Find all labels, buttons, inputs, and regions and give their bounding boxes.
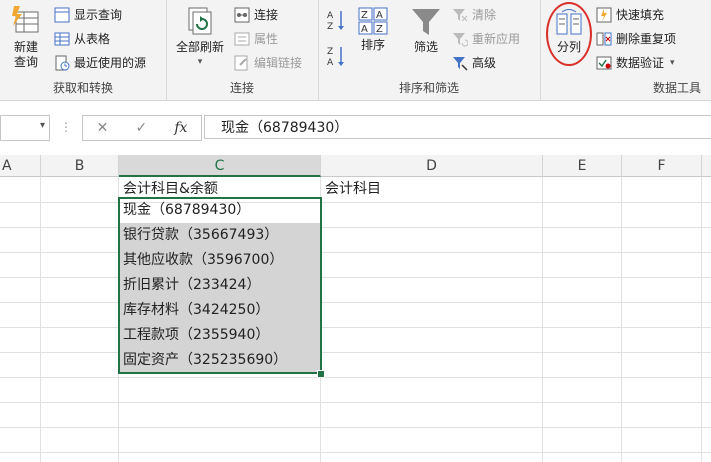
sort-asc-icon: A Z [327, 11, 344, 32]
remove-duplicates-icon [596, 31, 612, 47]
advanced-filter-button[interactable]: 高级 [452, 54, 496, 71]
gridline [0, 202, 711, 203]
gridline [701, 177, 702, 462]
connections-icon [234, 7, 250, 23]
properties-button[interactable]: 属性 [234, 30, 278, 47]
filter-button[interactable]: 筛选 [406, 6, 446, 55]
clear-filter-icon [452, 7, 468, 23]
svg-text:A: A [361, 24, 368, 35]
group-sort-filter: A Z Z A Z A A Z 排序 筛选 清除 重新应用 高级 排序和筛选 [318, 0, 541, 100]
svg-text:Z: Z [361, 10, 368, 21]
svg-text:A: A [376, 10, 383, 21]
name-box[interactable]: ▾ [0, 115, 50, 141]
recent-sources-icon [54, 55, 70, 71]
svg-text:Z: Z [327, 47, 333, 57]
data-validation-button[interactable]: 数据验证 ▾ [596, 54, 675, 71]
cell-d1[interactable]: 会计科目 [321, 177, 543, 202]
filter-label: 筛选 [413, 40, 438, 54]
refresh-all-dropdown-icon[interactable]: ▾ [170, 55, 230, 70]
sort-desc-icon: Z A [327, 47, 344, 68]
gridline [0, 427, 711, 428]
show-queries-button[interactable]: 显示查询 [54, 6, 122, 23]
gridline [0, 452, 711, 453]
gridline [0, 277, 711, 278]
table-icon [54, 31, 70, 47]
gridline [0, 352, 711, 353]
column-header-a[interactable]: A [0, 155, 41, 177]
formula-bar: ▾ ⋮ ✕ ✓ fx 现金（68789430） [0, 112, 711, 142]
cancel-icon[interactable]: ✕ [97, 120, 109, 136]
reapply-button[interactable]: 重新应用 [452, 30, 520, 47]
gridline [0, 402, 711, 403]
column-header-d[interactable]: D [321, 155, 543, 177]
svg-text:A: A [327, 58, 334, 68]
group-connections: 全部刷新 ▾ 连接 属性 编辑链接 连接 [166, 0, 319, 100]
formula-bar-splitter[interactable]: ⋮ [60, 120, 72, 134]
new-query-icon [12, 6, 39, 33]
group-label-get-transform: 获取和转换 [52, 81, 113, 95]
group-data-tools: 分列 快速填充 删除重复项 数据验证 ▾ 数据工具 [540, 0, 711, 100]
flash-fill-button[interactable]: 快速填充 [596, 6, 664, 23]
fill-handle[interactable] [317, 370, 325, 378]
formula-input[interactable]: 现金（68789430） [204, 115, 711, 139]
sort-dialog-icon: Z A A Z [358, 7, 388, 35]
gridline [0, 252, 711, 253]
gridline [542, 177, 543, 462]
from-table-button[interactable]: 从表格 [54, 30, 110, 47]
gridline [0, 377, 711, 378]
show-queries-icon [54, 7, 70, 23]
formula-buttons: ✕ ✓ fx [82, 115, 202, 141]
split-column-label: 分列 [556, 40, 581, 54]
data-validation-icon [596, 55, 612, 71]
svg-text:Z: Z [327, 22, 333, 32]
group-get-transform: 新建 查询 显示查询 从表格 最近使用的源 获取和转换 [0, 0, 167, 100]
svg-text:Z: Z [376, 24, 383, 35]
column-header-c[interactable]: C [119, 155, 321, 177]
refresh-all-icon [188, 7, 212, 35]
selection-range [118, 197, 322, 374]
reapply-icon [452, 31, 468, 47]
sort-button[interactable]: Z A A Z 排序 [354, 6, 392, 53]
gridline [621, 177, 622, 462]
gridline [0, 227, 711, 228]
svg-text:A: A [327, 11, 334, 21]
sort-desc-button[interactable]: Z A [326, 44, 348, 72]
name-box-dropdown-icon[interactable]: ▾ [40, 120, 45, 131]
clear-filter-button[interactable]: 清除 [452, 6, 496, 23]
gridline [0, 327, 711, 328]
ribbon: 新建 查询 显示查询 从表格 最近使用的源 获取和转换 全部刷新 ▾ 连接 属性… [0, 0, 711, 101]
group-label-sort-filter: 排序和筛选 [398, 81, 459, 95]
edit-links-icon [234, 55, 250, 71]
gridline [40, 177, 41, 462]
refresh-all-button[interactable]: 全部刷新 ▾ [170, 4, 230, 70]
split-column-icon [556, 9, 582, 35]
column-header-f[interactable]: F [622, 155, 702, 177]
group-label-data-tools: 数据工具 [652, 81, 701, 95]
new-query-label: 新建 查询 [13, 40, 38, 69]
flash-fill-icon [596, 7, 612, 23]
filter-funnel-icon [412, 9, 440, 35]
enter-icon[interactable]: ✓ [135, 120, 147, 136]
advanced-filter-icon [452, 55, 468, 71]
properties-icon [234, 31, 250, 47]
column-header-e[interactable]: E [543, 155, 622, 177]
split-column-button[interactable]: 分列 [550, 8, 588, 55]
data-validation-dropdown-icon[interactable]: ▾ [670, 58, 675, 68]
worksheet-grid[interactable]: A B C D E F 会计科目&余额 会计科目 现金（68789430） 银行… [0, 155, 711, 462]
sort-asc-button[interactable]: A Z [326, 8, 348, 36]
group-label-connections: 连接 [229, 81, 254, 95]
column-header-g[interactable] [702, 155, 711, 177]
gridline [0, 302, 711, 303]
sort-label: 排序 [360, 38, 385, 52]
remove-duplicates-button[interactable]: 删除重复项 [596, 30, 676, 47]
recent-sources-button[interactable]: 最近使用的源 [54, 54, 146, 71]
column-header-b[interactable]: B [41, 155, 119, 177]
edit-links-button[interactable]: 编辑链接 [234, 54, 302, 71]
connections-button[interactable]: 连接 [234, 6, 278, 23]
refresh-all-label: 全部刷新 [175, 40, 224, 54]
new-query-button[interactable]: 新建 查询 [4, 4, 48, 70]
insert-function-icon[interactable]: fx [174, 120, 187, 136]
